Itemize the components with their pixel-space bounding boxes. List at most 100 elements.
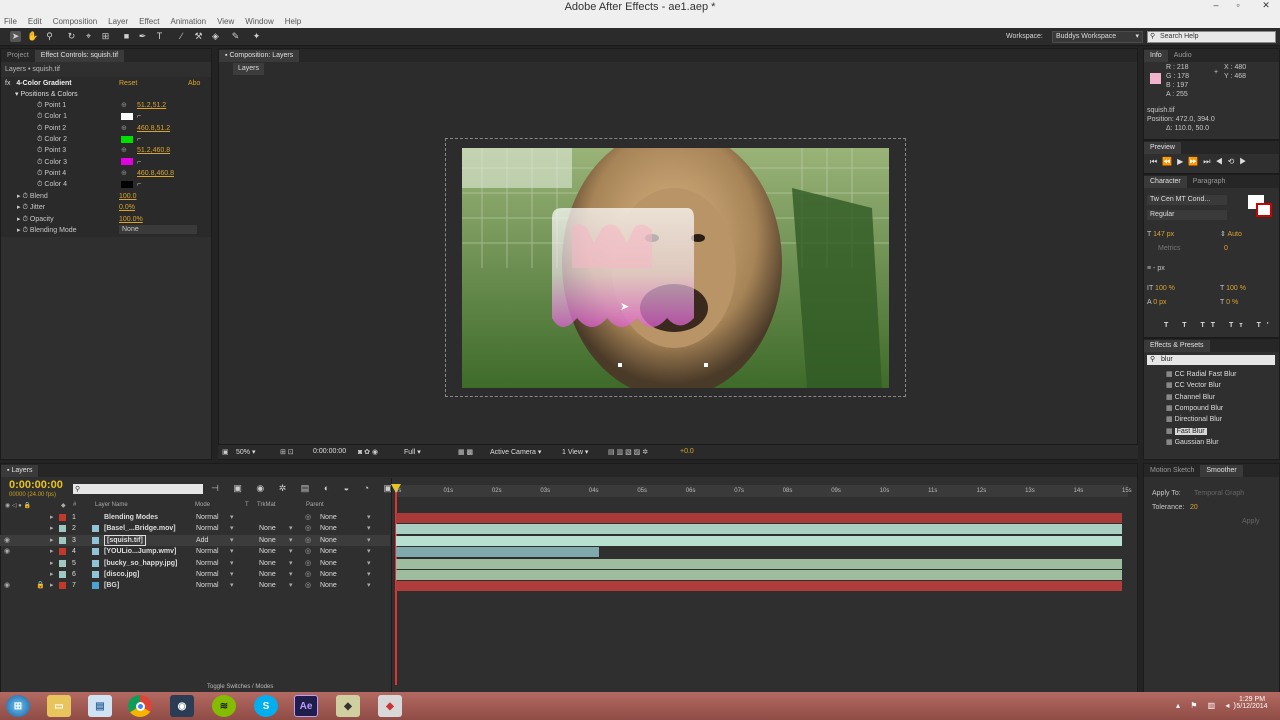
play-icon[interactable]: ▶ (1177, 157, 1188, 166)
region-of-interest-icon[interactable]: ▦ ▩ (458, 448, 473, 456)
workspace-select[interactable]: Buddys Workspace ▾ (1052, 31, 1143, 43)
menu-file[interactable]: File (4, 17, 17, 26)
menu-edit[interactable]: Edit (28, 17, 42, 26)
timeline-layer-row[interactable]: ◉ 🔒 ▸ 7 [BG] Normal ▾ None ▾ ◎ None ▾ (0, 580, 390, 591)
font-size-field[interactable]: T 147 px (1147, 229, 1174, 240)
pickwhip-icon[interactable]: ◎ (305, 535, 311, 546)
tab-paragraph[interactable]: Paragraph (1187, 176, 1232, 188)
visibility-eye-icon[interactable] (4, 569, 6, 580)
extra-param-row-1[interactable]: ▸ ⏱ Blend (17, 191, 48, 202)
label-color-swatch[interactable] (59, 571, 66, 578)
clock[interactable]: 1:29 PM 5/12/2014 (1230, 696, 1274, 710)
twirl-right-icon[interactable]: ▸ (50, 535, 54, 546)
visibility-eye-icon[interactable]: ◉ (4, 535, 10, 546)
always-preview-icon[interactable]: ▣ (222, 448, 229, 456)
twirl-right-icon[interactable]: ▸ (50, 558, 54, 569)
pickwhip-icon[interactable]: ◎ (305, 580, 311, 591)
effect-preset-item[interactable]: ▦ CC Radial Fast Blur (1166, 369, 1236, 380)
type-tool-icon[interactable]: T (154, 31, 165, 42)
layer-name[interactable]: [YOULio...Jump.wmv] (104, 546, 176, 557)
stopwatch-icon[interactable]: ⏱ (22, 193, 29, 200)
tab-smoother[interactable]: Smoother (1200, 465, 1243, 477)
magnification-select[interactable]: 50% ▾ (236, 448, 255, 456)
layer-duration-bar[interactable] (396, 547, 600, 558)
chevron-down-icon[interactable]: ▾ (230, 512, 234, 523)
color-swatch[interactable] (121, 157, 133, 168)
color-swatch[interactable] (121, 179, 133, 190)
chrome-icon[interactable] (128, 695, 152, 717)
minimize-icon[interactable]: – (1205, 0, 1227, 10)
tsume-field[interactable]: T 0 % (1220, 297, 1238, 308)
twirl-right-icon[interactable]: ▸ (50, 512, 54, 523)
param-value[interactable]: 100.0 (119, 191, 137, 202)
timeline-search-input[interactable]: ⚲ (73, 484, 203, 494)
zoom-tool-icon[interactable]: ⚲ (44, 31, 55, 42)
current-time[interactable]: 0:00:00:00 (9, 479, 63, 491)
effect-preset-item[interactable]: ▦ Directional Blur (1166, 414, 1222, 425)
clone-stamp-tool-icon[interactable]: ⚒ (193, 31, 204, 42)
pickwhip-icon[interactable]: ◎ (305, 558, 311, 569)
effects-search-input[interactable]: ⚲ blur (1147, 355, 1275, 365)
comp-navigator-tab[interactable]: Layers (233, 63, 265, 75)
faux-styles-row[interactable]: T T TT Tт T' T, (1164, 320, 1280, 331)
parent-select[interactable]: None (320, 523, 337, 534)
trkmat-select[interactable]: None (259, 523, 276, 534)
param-value[interactable]: 51.2,460.8 (137, 145, 170, 156)
timeline-layer-row[interactable]: ▸ 1 Blending Modes Normal ▾ ◎ None ▾ (0, 512, 390, 523)
maximize-icon[interactable]: ▫ (1227, 0, 1249, 10)
effect-preset-item[interactable]: ▦ Channel Blur (1166, 392, 1215, 403)
kerning-value[interactable]: Metrics (1158, 243, 1181, 254)
tolerance-value[interactable]: 20 (1190, 502, 1198, 513)
color-swatch[interactable] (121, 134, 133, 145)
chevron-down-icon[interactable]: ▾ (230, 535, 234, 546)
label-color-swatch[interactable] (59, 536, 66, 544)
apply-button[interactable]: Apply (1242, 516, 1260, 527)
app-icon-2[interactable]: ◆ (378, 695, 402, 717)
param-value[interactable]: 100.0% (119, 214, 143, 225)
mode-select[interactable]: Normal (196, 569, 219, 580)
stopwatch-icon[interactable]: ⏱ (22, 227, 29, 234)
steam-icon[interactable]: ◉ (170, 695, 194, 717)
point-crosshair-icon[interactable]: ⊕ (121, 123, 127, 134)
close-icon[interactable]: ✕ (1252, 0, 1280, 11)
trkmat-select[interactable]: None (259, 569, 276, 580)
point-crosshair-icon[interactable]: ⊕ (121, 145, 127, 156)
tab-timeline-layers[interactable]: ▪ Layers (1, 465, 39, 477)
chevron-down-icon[interactable]: ▾ (230, 569, 234, 580)
effect-preset-item[interactable]: ▦ CC Vector Blur (1166, 380, 1221, 391)
tab-effect-controls[interactable]: Effect Controls: squish.tif (34, 50, 125, 62)
chevron-down-icon[interactable]: ▾ (289, 580, 293, 591)
chevron-down-icon[interactable]: ▾ (230, 580, 234, 591)
prev-frame-icon[interactable]: ⏪ (1162, 157, 1177, 166)
horizontal-scale-field[interactable]: T 100 % (1220, 283, 1246, 294)
label-color-swatch[interactable] (59, 548, 66, 556)
chevron-down-icon[interactable]: ▾ (230, 546, 234, 557)
comp-timecode[interactable]: 0:00:00:00 (313, 448, 346, 455)
parent-select[interactable]: None (320, 558, 337, 569)
rotate-tool-icon[interactable]: ↻ (66, 31, 77, 42)
visibility-eye-icon[interactable] (4, 558, 6, 569)
pickwhip-icon[interactable]: ◎ (305, 569, 311, 580)
point-crosshair-icon[interactable]: ⊕ (121, 100, 127, 111)
tab-preview[interactable]: Preview (1144, 142, 1181, 154)
menu-view[interactable]: View (217, 17, 234, 26)
visibility-eye-icon[interactable]: ◉ (4, 580, 10, 591)
layer-duration-bar[interactable] (396, 570, 1122, 580)
mute-icon[interactable]: ◀ (1216, 157, 1228, 166)
pen-tool-icon[interactable]: ✒ (137, 31, 148, 42)
chevron-down-icon[interactable]: ▾ (367, 523, 371, 534)
chevron-down-icon[interactable]: ▾ (367, 546, 371, 557)
mode-select[interactable]: Normal (196, 558, 219, 569)
camera-select[interactable]: Active Camera ▾ (490, 448, 541, 456)
toggle-pixel-aspect-icon[interactable]: ▤ ▥ ▧ ▨ ✲ (608, 448, 648, 456)
chevron-down-icon[interactable]: ▾ (367, 512, 371, 523)
label-color-swatch[interactable] (59, 514, 66, 521)
param-value[interactable]: 0.0% (119, 202, 135, 213)
twirl-right-icon[interactable]: ▸ (50, 546, 54, 557)
mode-select[interactable]: Normal (196, 523, 219, 534)
parent-select[interactable]: None (320, 546, 337, 557)
baseline-shift-field[interactable]: A 0 px (1147, 297, 1166, 308)
visibility-eye-icon[interactable] (4, 512, 6, 523)
group-positions-colors[interactable]: ▾ Positions & Colors (15, 89, 78, 100)
pickwhip-icon[interactable]: ◎ (305, 512, 311, 523)
